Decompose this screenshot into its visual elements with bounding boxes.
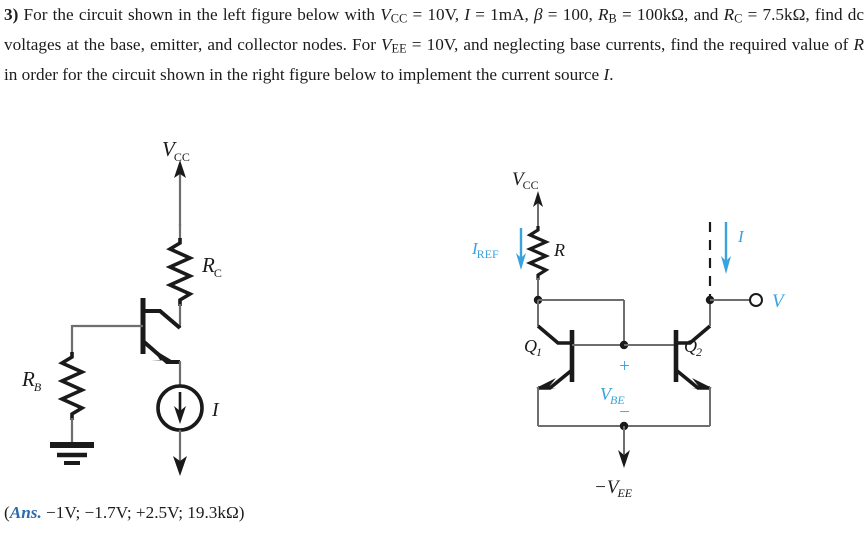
symbol-beta: β [534,5,543,24]
fig-right-iref-arrow [516,228,526,270]
fig-left-current-source [156,384,204,432]
fig-left-rb-label: RB [21,367,42,394]
symbol-vee: VEE [381,35,407,56]
fig-right-iref-label: IREF [471,239,499,261]
fig-right-output-terminal [749,293,763,307]
problem-eq2: = 1mA, [470,5,535,24]
fig-right-vbe-plus: + [618,356,631,377]
fig-right-q1-transistor [536,324,624,390]
fig-right-q2-label: Q2 [684,336,702,359]
fig-right-vcc-label: VCC [512,169,539,192]
problem-eq7: in order for the circuit shown in the ri… [4,65,604,85]
fig-right-i-label: I [737,227,745,246]
fig-right-r-label: R [553,240,565,260]
problem-number: 3) [4,5,19,24]
answer-values: −1V; −1.7V; +2.5V; 19.3kΩ) [41,503,245,522]
symbol-vcc: VCC [380,5,408,26]
problem-eq8: . [609,65,614,85]
problem-eq3: = 100, [542,5,599,24]
fig-right-vcc-arrow [533,191,543,228]
fig-left-vcc-arrow [174,160,186,226]
fig-left-ground-icon [50,442,94,465]
problem-eq6: = 10V, and neglecting base currents, fin… [406,35,854,55]
fig-left-vcc-label: VCC [162,137,190,164]
problem-statement: 3) For the circuit shown in the left fig… [4,2,864,88]
fig-right-vee-label: −VEE [594,477,633,500]
fig-right-vbe-minus: − [618,402,631,423]
symbol-rc: RC [723,5,743,26]
fig-left-current-label: I [211,399,220,421]
figure-right-current-mirror: VCC R IREF Q1 Q2 I V + VBE − −VEE [471,169,786,500]
fig-right-resistor-r [526,226,550,280]
fig-left-resistor-rb [57,352,87,420]
answer-label: Ans. [9,503,42,522]
answer-line: (Ans. −1V; −1.7V; +2.5V; 19.3kΩ) [4,503,244,523]
fig-left-npn-transistor [72,298,182,364]
fig-right-q1-label: Q1 [524,336,542,359]
fig-left-resistor-rc [165,238,195,306]
fig-right-v-label: V [772,291,786,312]
symbol-r: R [853,35,865,55]
fig-right-i-arrow [721,222,731,274]
worksheet-page: 3) For the circuit shown in the left fig… [0,0,867,540]
figure-left-bias-circuit: VCC RC RB I [21,137,222,476]
problem-eq1: = 10V, [407,5,465,24]
problem-eq4: = 100kΩ, and [616,5,724,24]
fig-left-rc-label: RC [201,253,222,280]
problem-line-1a: For the circuit shown in the left figure… [23,5,381,24]
symbol-rb: RB [598,5,617,26]
